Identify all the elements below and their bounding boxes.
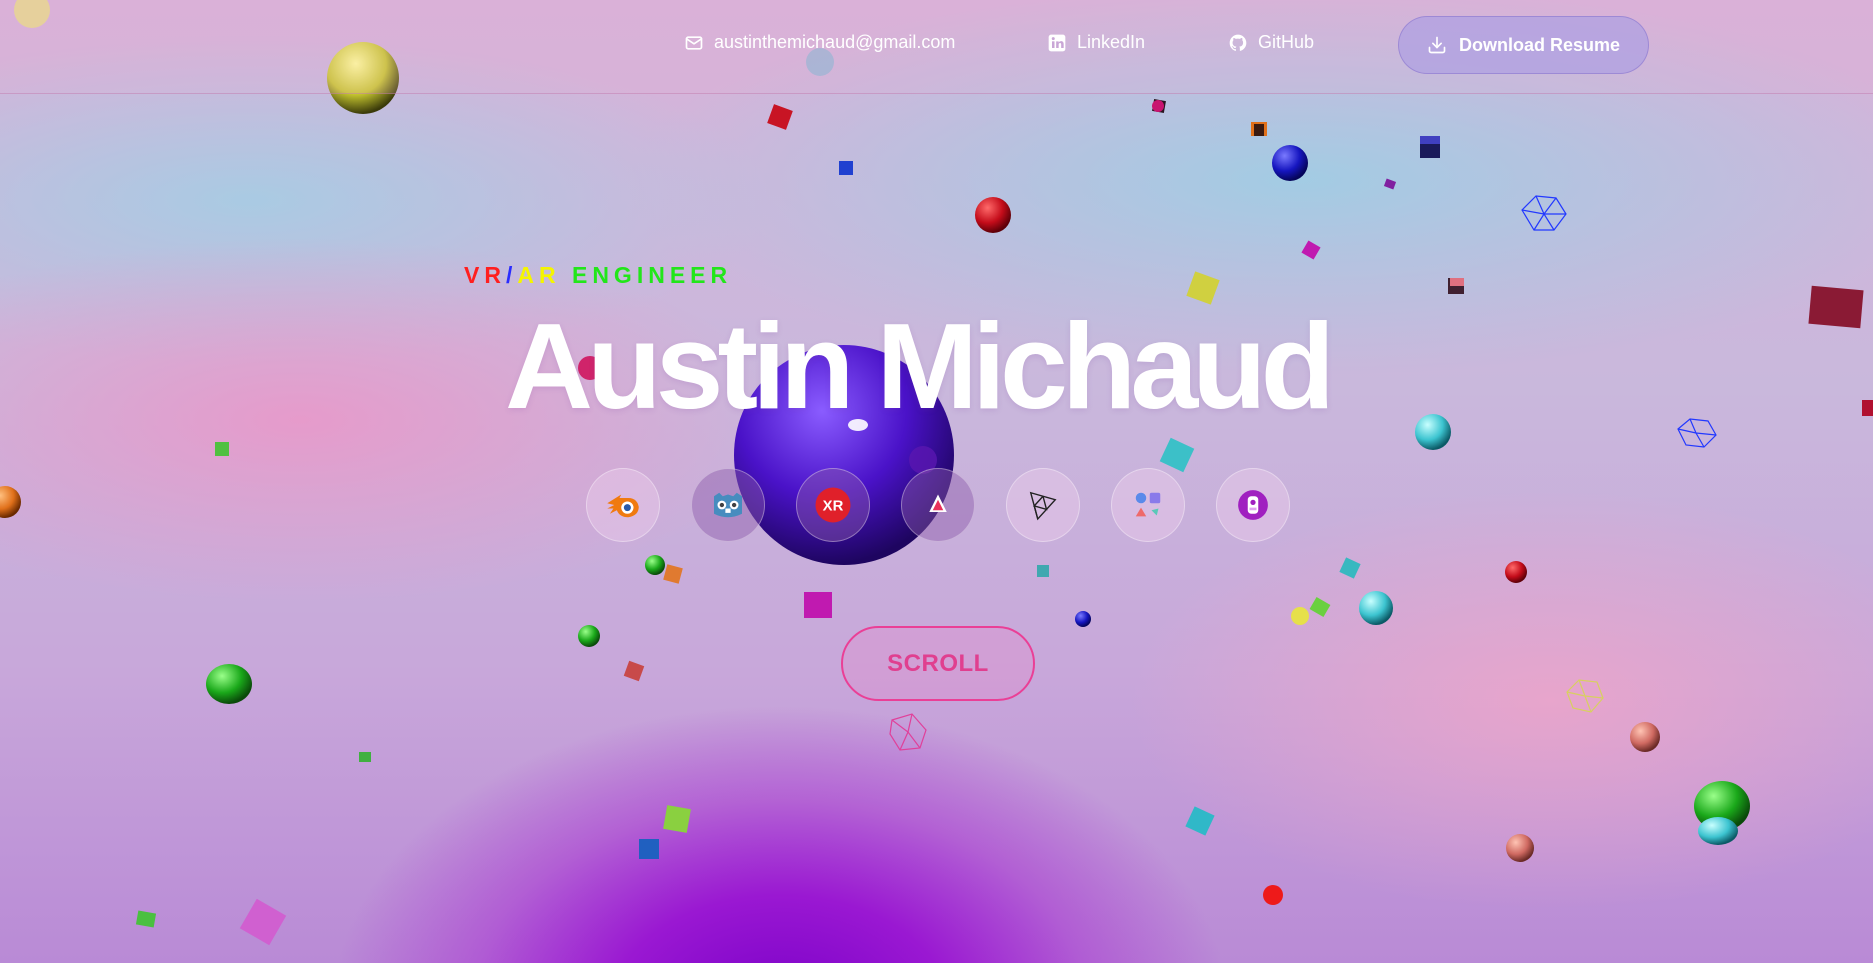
download-icon: [1428, 36, 1446, 54]
mail-icon: [685, 35, 703, 50]
godot-icon: [714, 492, 742, 518]
download-resume-button[interactable]: Download Resume: [1398, 16, 1649, 74]
scroll-button[interactable]: SCROLL: [841, 626, 1035, 701]
openxr-text: XR: [823, 498, 844, 514]
github-link[interactable]: GitHub: [1228, 32, 1314, 53]
subtitle-part: V: [464, 262, 485, 288]
linkedin-link[interactable]: LinkedIn: [1047, 32, 1145, 53]
github-label: GitHub: [1258, 32, 1315, 52]
discord-bot-icon: [1238, 490, 1268, 520]
download-resume-label: Download Resume: [1458, 34, 1621, 55]
tool-blender[interactable]: [586, 468, 660, 542]
openxr-icon: XR: [815, 487, 851, 523]
subtitle-part: /: [505, 262, 518, 288]
affinity-designer-icon: [929, 494, 947, 512]
top-nav-bar: austinthemichaud@gmail.com LinkedIn GitH…: [0, 0, 1873, 94]
subtitle-part: ENGINEER: [571, 262, 733, 288]
github-icon: [1229, 34, 1247, 51]
tool-threejs[interactable]: [1006, 468, 1080, 542]
tool-discord-bot[interactable]: [1216, 468, 1290, 542]
email-link[interactable]: austinthemichaud@gmail.com: [684, 32, 955, 53]
email-label: austinthemichaud@gmail.com: [714, 32, 956, 52]
role-subtitle: VR/AR ENGINEER: [464, 262, 732, 289]
linkedin-label: LinkedIn: [1077, 32, 1146, 52]
subtitle-part: [561, 262, 572, 288]
hero-name-title: Austin Michaud: [505, 298, 1335, 434]
subtitle-part: R: [484, 262, 506, 288]
tool-godot[interactable]: [691, 468, 765, 542]
tool-openxr[interactable]: XR: [796, 468, 870, 542]
shapes-icon: [1135, 492, 1161, 517]
tool-icons-row: XR: [586, 468, 1290, 548]
threejs-icon: [1029, 491, 1057, 521]
linkedin-icon: [1048, 34, 1066, 51]
blender-icon: [607, 494, 639, 518]
tool-affinity[interactable]: [901, 468, 975, 542]
subtitle-part: AR: [517, 262, 561, 288]
tool-shapes[interactable]: [1111, 468, 1185, 542]
